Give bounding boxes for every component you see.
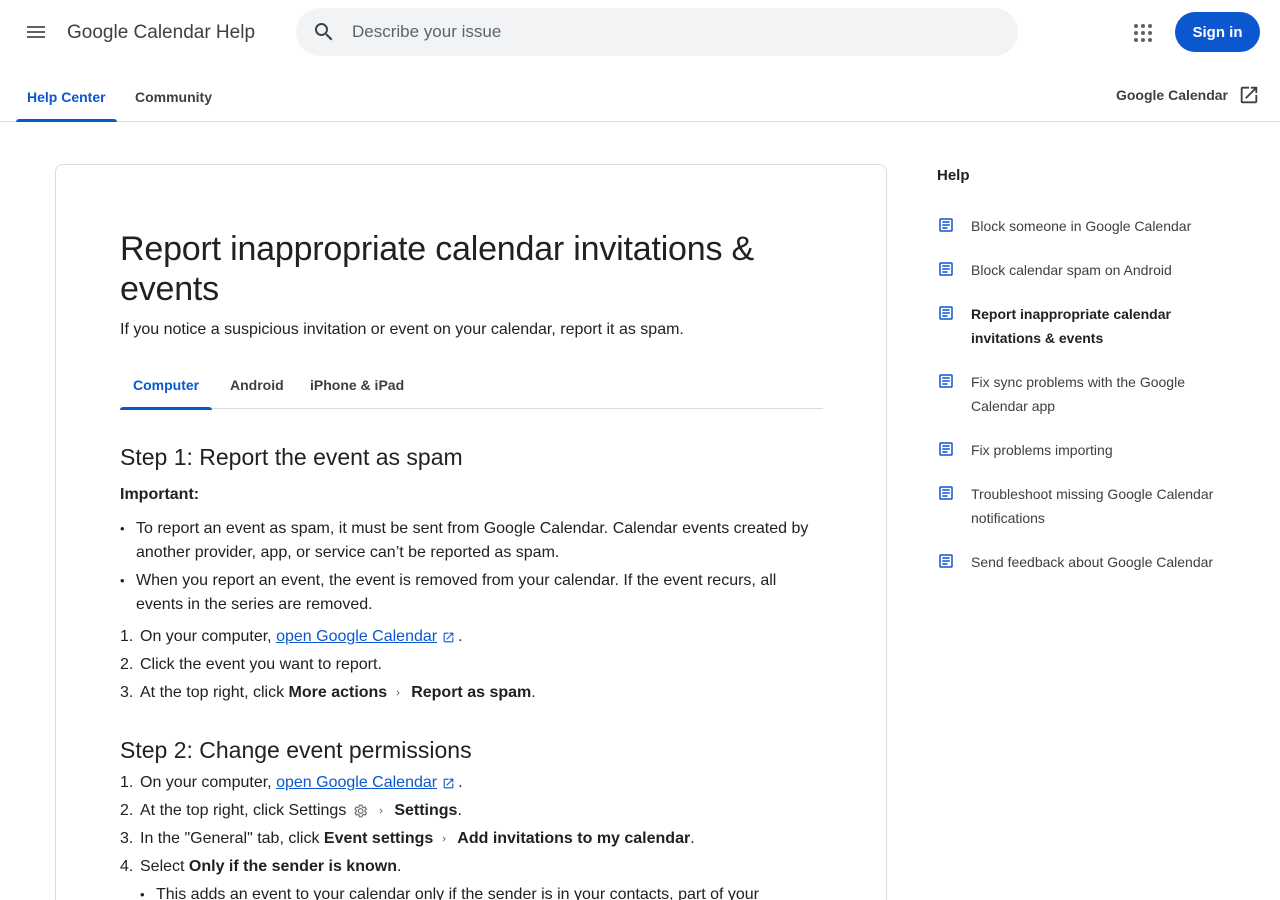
step2-sub-list: This adds an event to your calendar only… (120, 883, 823, 900)
step-number: 1. (120, 774, 134, 791)
list-item: This adds an event to your calendar only… (140, 883, 823, 900)
article-icon (939, 486, 953, 500)
step-text: In the "General" tab, click (140, 830, 320, 847)
step-number: 4. (120, 858, 134, 875)
open-in-new-icon (1240, 86, 1258, 104)
chevron-right-icon (396, 690, 400, 696)
chevron-right-icon (442, 836, 446, 842)
tab-iphone-ipad[interactable]: iPhone & iPad (297, 361, 417, 409)
list-item: When you report an event, the event is r… (120, 569, 823, 617)
list-item: 3. In the "General" tab, click Event set… (120, 827, 823, 851)
open-calendar-link[interactable]: open Google Calendar (276, 625, 437, 649)
step-text: . (531, 684, 536, 701)
step2-list: 1. On your computer, open Google Calenda… (120, 771, 823, 879)
sidebar-item-label: Fix problems importing (971, 442, 1113, 458)
sidebar-item-label: Fix sync problems with the Google Calend… (971, 374, 1185, 414)
gear-icon (354, 804, 368, 818)
tab-help-center[interactable]: Help Center (16, 72, 117, 122)
article-intro: If you notice a suspicious invitation or… (120, 321, 684, 338)
sidebar-item-label: Block someone in Google Calendar (971, 218, 1192, 234)
sidebar-item-block-someone[interactable]: Block someone in Google Calendar (937, 214, 1237, 238)
sign-in-button[interactable]: Sign in (1175, 12, 1260, 52)
sidebar-item-label: Troubleshoot missing Google Calendar not… (971, 486, 1214, 526)
step-text: . (396, 858, 402, 875)
sidebar-item-report-inappropriate[interactable]: Report inappropriate calendar invitation… (937, 302, 1237, 350)
event-settings-label: Event settings (323, 830, 434, 847)
step-text: On your computer, (140, 774, 272, 791)
sidebar-title: Help (937, 167, 970, 184)
sidebar-item-label: Report inappropriate calendar invitation… (971, 306, 1171, 346)
list-item: 1. On your computer, open Google Calenda… (120, 771, 823, 795)
important-list: To report an event as spam, it must be s… (120, 517, 823, 617)
article-icon (939, 554, 953, 568)
tab-community[interactable]: Community (124, 72, 223, 121)
more-actions-label: More actions (288, 684, 388, 701)
article-card: Report inappropriate calendar invitation… (55, 164, 887, 900)
list-item: 4. Select Only if the sender is known. (120, 855, 823, 879)
sidebar-list: Block someone in Google Calendar Block c… (937, 214, 1237, 574)
google-calendar-link[interactable]: Google Calendar (1116, 84, 1260, 106)
step-text: . (690, 830, 695, 847)
top-bar: Google Calendar Help Sign in (0, 0, 1280, 64)
list-item: 1. On your computer, open Google Calenda… (120, 625, 823, 649)
help-sidebar: Help Block someone in Google Calendar Bl… (937, 164, 1237, 594)
settings-label: Settings (394, 802, 458, 819)
article-icon (939, 262, 953, 276)
search-icon[interactable] (308, 16, 340, 48)
step-number: 3. (120, 830, 134, 847)
add-invitations-label: Add invitations to my calendar (457, 830, 691, 847)
step-number: 1. (120, 628, 134, 645)
step2-heading: Step 2: Change event permissions (120, 737, 472, 763)
google-calendar-link-label: Google Calendar (1115, 87, 1228, 103)
sidebar-item-label: Send feedback about Google Calendar (971, 554, 1214, 570)
step-text: At the top right, click Settings (140, 802, 347, 819)
search-input[interactable] (352, 8, 992, 56)
list-item: To report an event as spam, it must be s… (120, 517, 823, 565)
article: Report inappropriate calendar invitation… (120, 229, 823, 900)
article-icon (939, 374, 953, 388)
platform-tabs: Computer Android iPhone & iPad (120, 361, 823, 410)
sidebar-item-missing-notifications[interactable]: Troubleshoot missing Google Calendar not… (937, 482, 1237, 530)
chevron-right-icon (379, 808, 383, 814)
help-nav: Help Center Community Google Calendar (0, 72, 1280, 122)
main-menu-button[interactable] (16, 12, 56, 52)
list-item: 2. At the top right, click Settings Sett… (120, 799, 823, 823)
step-text: On your computer, (140, 628, 272, 645)
step-number: 3. (120, 684, 134, 701)
sidebar-item-block-spam-android[interactable]: Block calendar spam on Android (937, 258, 1237, 282)
site-title[interactable]: Google Calendar Help (67, 20, 255, 46)
external-link-icon (443, 778, 454, 788)
step-text: At the top right, click (140, 684, 285, 701)
step-number: 2. (120, 656, 134, 673)
list-item: 2. Click the event you want to report. (120, 653, 823, 677)
step1-heading: Step 1: Report the event as spam (120, 444, 463, 470)
step-text: Click the event you want to report. (140, 656, 382, 673)
step-text: . (458, 774, 463, 791)
step1-list: 1. On your computer, open Google Calenda… (120, 625, 823, 705)
apps-grid-icon (1134, 24, 1152, 42)
tab-android[interactable]: Android (217, 361, 297, 409)
article-icon (939, 218, 953, 232)
important-label: Important: (120, 486, 200, 503)
external-link-icon (443, 632, 454, 642)
search-bar[interactable] (296, 8, 1018, 56)
article-icon (939, 442, 953, 456)
step-number: 2. (120, 802, 134, 819)
sidebar-item-fix-sync[interactable]: Fix sync problems with the Google Calend… (937, 370, 1237, 418)
sidebar-item-fix-importing[interactable]: Fix problems importing (937, 438, 1237, 462)
step-text: Select (140, 858, 185, 875)
only-if-known-label: Only if the sender is known (188, 858, 397, 875)
page-title: Report inappropriate calendar invitation… (120, 230, 754, 308)
article-icon (939, 306, 953, 320)
list-item: 3. At the top right, click More actions … (120, 681, 823, 705)
sidebar-item-send-feedback[interactable]: Send feedback about Google Calendar (937, 550, 1237, 574)
step-text: . (458, 628, 463, 645)
open-calendar-link[interactable]: open Google Calendar (276, 771, 437, 795)
report-spam-label: Report as spam (411, 684, 532, 701)
google-apps-button[interactable] (1123, 13, 1163, 53)
tab-computer[interactable]: Computer (120, 361, 213, 410)
sidebar-item-label: Block calendar spam on Android (971, 262, 1172, 278)
step-text: . (457, 802, 462, 819)
hamburger-menu-icon (27, 26, 45, 38)
